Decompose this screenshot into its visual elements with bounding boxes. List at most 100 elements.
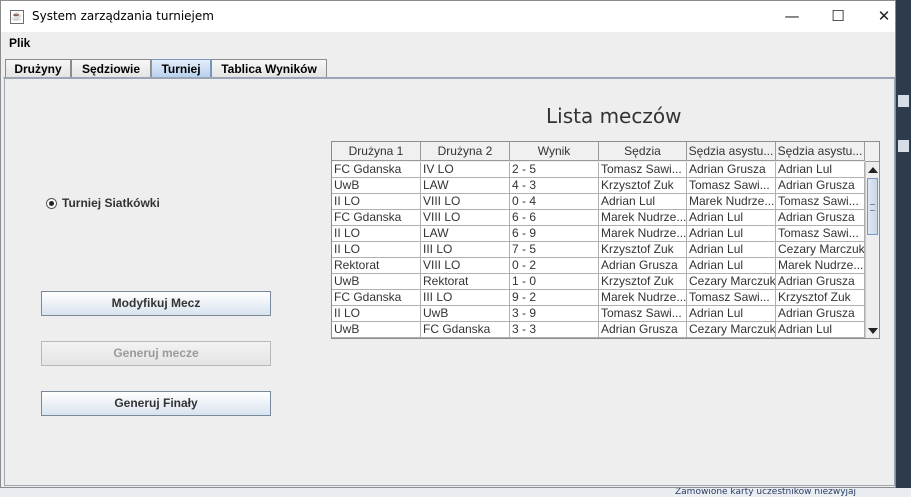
cell-assistant2[interactable]: Tomasz Sawi... [776, 226, 865, 242]
cell-team1[interactable]: FC Gdanska [332, 162, 421, 178]
cell-score[interactable]: 0 - 4 [510, 194, 599, 210]
table-row[interactable]: II LO LAW 6 - 9 Marek Nudrze... Adrian Lul To… [332, 226, 865, 242]
cell-team2[interactable]: UwB [421, 306, 510, 322]
cell-assistant1[interactable]: Adrian Grusza [687, 162, 776, 178]
cell-team1[interactable]: II LO [332, 242, 421, 258]
cell-score[interactable]: 3 - 3 [510, 322, 599, 338]
cell-team2[interactable]: VIII LO [421, 210, 510, 226]
cell-score[interactable]: 7 - 5 [510, 242, 599, 258]
cell-team1[interactable]: UwB [332, 322, 421, 338]
table-row[interactable]: UwB LAW 4 - 3 Krzysztof Zuk Tomasz Sawi... Ad… [332, 178, 865, 194]
cell-assistant1[interactable]: Tomasz Sawi... [687, 178, 776, 194]
match-table[interactable]: Drużyna 1 Drużyna 2 Wynik Sędzia Sędzia … [331, 141, 880, 339]
tab-sedziowie[interactable]: Sędziowie [71, 59, 151, 77]
cell-referee[interactable]: Adrian Lul [599, 194, 687, 210]
cell-referee[interactable]: Marek Nudrze... [599, 226, 687, 242]
table-row[interactable]: UwB Rektorat 1 - 0 Krzysztof Zuk Cezary Marc… [332, 274, 865, 290]
cell-referee[interactable]: Krzysztof Zuk [599, 178, 687, 194]
tab-druzyny[interactable]: Drużyny [5, 59, 71, 77]
cell-team2[interactable]: VIII LO [421, 194, 510, 210]
tab-turniej[interactable]: Turniej [151, 59, 211, 77]
cell-assistant1[interactable]: Cezary Marczuk [687, 274, 776, 290]
cell-referee[interactable]: Marek Nudrze... [599, 290, 687, 306]
modify-match-button[interactable]: Modyfikuj Mecz [41, 291, 271, 316]
cell-assistant2[interactable]: Krzysztof Zuk [776, 290, 865, 306]
column-header-referee[interactable]: Sędzia [599, 142, 687, 161]
cell-team1[interactable]: FC Gdanska [332, 210, 421, 226]
cell-assistant2[interactable]: Adrian Lul [776, 322, 865, 338]
cell-team2[interactable]: FC Gdanska [421, 322, 510, 338]
cell-assistant2[interactable]: Cezary Marczuk [776, 242, 865, 258]
cell-assistant2[interactable]: Adrian Grusza [776, 306, 865, 322]
cell-score[interactable]: 0 - 2 [510, 258, 599, 274]
cell-assistant1[interactable]: Adrian Lul [687, 210, 776, 226]
cell-score[interactable]: 2 - 5 [510, 162, 599, 178]
cell-assistant2[interactable]: Adrian Grusza [776, 210, 865, 226]
cell-referee[interactable]: Tomasz Sawi... [599, 162, 687, 178]
cell-score[interactable]: 4 - 3 [510, 178, 599, 194]
cell-team1[interactable]: UwB [332, 178, 421, 194]
scroll-down-arrow-icon[interactable] [868, 328, 878, 334]
table-row[interactable]: UwB FC Gdanska 3 - 3 Adrian Grusza Cezary Ma… [332, 322, 865, 338]
cell-assistant2[interactable]: Adrian Grusza [776, 178, 865, 194]
cell-team2[interactable]: Rektorat [421, 274, 510, 290]
column-header-team2[interactable]: Drużyna 2 [421, 142, 510, 161]
cell-team1[interactable]: II LO [332, 194, 421, 210]
cell-score[interactable]: 6 - 9 [510, 226, 599, 242]
close-button[interactable]: ✕ [861, 1, 907, 32]
cell-referee[interactable]: Adrian Grusza [599, 322, 687, 338]
cell-team2[interactable]: LAW [421, 226, 510, 242]
cell-referee[interactable]: Krzysztof Zuk [599, 242, 687, 258]
cell-referee[interactable]: Adrian Grusza [599, 258, 687, 274]
cell-assistant2[interactable]: Tomasz Sawi... [776, 194, 865, 210]
cell-score[interactable]: 6 - 6 [510, 210, 599, 226]
cell-assistant1[interactable]: Adrian Lul [687, 306, 776, 322]
generate-finals-button[interactable]: Generuj Finały [41, 391, 271, 416]
cell-team1[interactable]: UwB [332, 274, 421, 290]
cell-assistant1[interactable]: Adrian Lul [687, 258, 776, 274]
cell-team2[interactable]: LAW [421, 178, 510, 194]
tournament-radio-label[interactable]: Turniej Siatkówki [62, 196, 160, 210]
table-row[interactable]: FC Gdanska IV LO 2 - 5 Tomasz Sawi... Adrian… [332, 162, 865, 178]
cell-assistant1[interactable]: Marek Nudrze... [687, 194, 776, 210]
menu-file[interactable]: Plik [9, 36, 30, 50]
title-bar[interactable]: ☕ System zarządzania turniejem — ☐ ✕ [1, 1, 895, 32]
table-row[interactable]: FC Gdanska VIII LO 6 - 6 Marek Nudrze... Adr… [332, 210, 865, 226]
table-row[interactable]: II LO VIII LO 0 - 4 Adrian Lul Marek Nudrze.… [332, 194, 865, 210]
cell-team1[interactable]: FC Gdanska [332, 290, 421, 306]
cell-score[interactable]: 1 - 0 [510, 274, 599, 290]
cell-referee[interactable]: Marek Nudrze... [599, 210, 687, 226]
tournament-radio[interactable] [46, 198, 57, 209]
table-row[interactable]: FC Gdanska III LO 9 - 2 Marek Nudrze... Toma… [332, 290, 865, 306]
column-header-assistant1[interactable]: Sędzia asystu... [687, 142, 776, 161]
cell-referee[interactable]: Krzysztof Zuk [599, 274, 687, 290]
cell-team2[interactable]: III LO [421, 290, 510, 306]
table-row[interactable]: II LO III LO 7 - 5 Krzysztof Zuk Adrian Lul C… [332, 242, 865, 258]
cell-team1[interactable]: II LO [332, 226, 421, 242]
cell-team2[interactable]: III LO [421, 242, 510, 258]
cell-score[interactable]: 3 - 9 [510, 306, 599, 322]
cell-assistant2[interactable]: Adrian Lul [776, 162, 865, 178]
cell-team1[interactable]: Rektorat [332, 258, 421, 274]
cell-team2[interactable]: IV LO [421, 162, 510, 178]
table-row[interactable]: Rektorat VIII LO 0 - 2 Adrian Grusza Adrian … [332, 258, 865, 274]
cell-team1[interactable]: II LO [332, 306, 421, 322]
cell-team2[interactable]: VIII LO [421, 258, 510, 274]
scroll-up-arrow-icon[interactable] [868, 167, 878, 173]
cell-referee[interactable]: Tomasz Sawi... [599, 306, 687, 322]
cell-assistant2[interactable]: Adrian Grusza [776, 274, 865, 290]
cell-score[interactable]: 9 - 2 [510, 290, 599, 306]
table-vertical-scrollbar[interactable] [865, 162, 879, 338]
cell-assistant2[interactable]: Marek Nudrze... [776, 258, 865, 274]
table-row[interactable]: II LO UwB 3 - 9 Tomasz Sawi... Adrian Lul Adr… [332, 306, 865, 322]
column-header-assistant2[interactable]: Sędzia asystu... [776, 142, 865, 161]
column-header-team1[interactable]: Drużyna 1 [332, 142, 421, 161]
cell-assistant1[interactable]: Adrian Lul [687, 242, 776, 258]
scroll-thumb[interactable] [867, 178, 878, 235]
column-header-score[interactable]: Wynik [510, 142, 599, 161]
cell-assistant1[interactable]: Tomasz Sawi... [687, 290, 776, 306]
minimize-button[interactable]: — [769, 1, 815, 32]
tab-tablica-wynikow[interactable]: Tablica Wyników [211, 59, 327, 77]
cell-assistant1[interactable]: Adrian Lul [687, 226, 776, 242]
maximize-button[interactable]: ☐ [815, 1, 861, 32]
